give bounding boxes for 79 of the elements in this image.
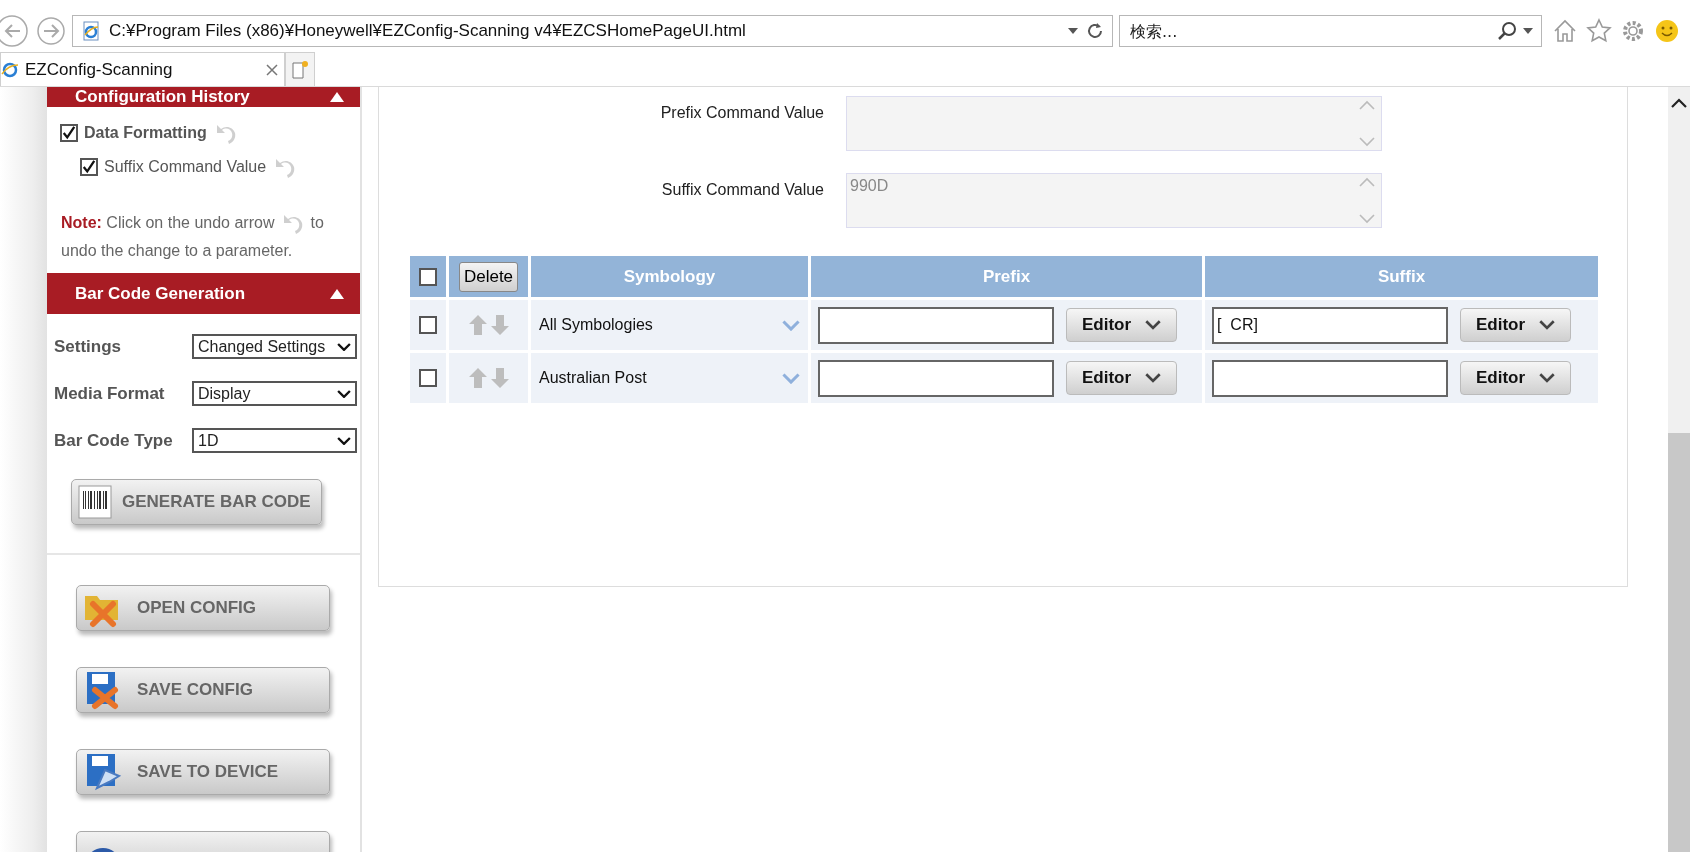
select-all-checkbox[interactable] xyxy=(419,267,437,286)
chevron-icon xyxy=(782,371,800,385)
up-arrow-icon[interactable] xyxy=(468,315,487,335)
chevron-icon xyxy=(1145,372,1162,384)
editor-button[interactable]: Editor xyxy=(1066,361,1177,395)
field-label: Media Format xyxy=(54,383,165,404)
suffix-input[interactable]: [ CR] xyxy=(1212,306,1448,344)
up-arrow-icon[interactable] xyxy=(468,368,487,388)
smiley-icon[interactable] xyxy=(1654,18,1680,44)
field-label: Prefix Command Value xyxy=(659,103,825,122)
column-header: Prefix xyxy=(811,256,1202,297)
section-header[interactable]: Bar Code Generation xyxy=(47,273,360,314)
address-bar[interactable]: C:¥Program Files (x86)¥Honeywell¥EZConfig-Scanning v4¥EZCSHomePageUI.html xyxy=(72,15,1113,47)
new-tab-button[interactable] xyxy=(285,52,315,86)
barcode-icon xyxy=(78,485,112,519)
section-title: Configuration History xyxy=(75,87,250,107)
page-icon xyxy=(1,60,19,79)
collapse-icon[interactable] xyxy=(330,288,344,299)
symbology-name: All Symbologies xyxy=(539,316,654,334)
suffix-input[interactable] xyxy=(1212,359,1448,397)
row-checkbox[interactable] xyxy=(419,369,437,387)
browser-tab[interactable]: EZConfig-Scanning xyxy=(0,52,285,86)
symbology-name: Australian Post xyxy=(539,369,648,387)
new-tab-icon xyxy=(291,59,309,80)
settings-icon[interactable] xyxy=(1620,18,1646,44)
section-title: Bar Code Generation xyxy=(75,283,246,304)
prefix-input[interactable] xyxy=(818,306,1054,344)
tab-title: EZConfig-Scanning xyxy=(25,59,174,80)
dropdown-icon[interactable] xyxy=(1068,28,1078,34)
select-field[interactable]: Display xyxy=(192,381,357,406)
scroll-thumb[interactable] xyxy=(1668,433,1690,852)
home-icon[interactable] xyxy=(1552,18,1578,44)
checkbox[interactable] xyxy=(60,124,78,142)
search-field[interactable]: 検索... xyxy=(1128,20,1491,42)
delete-button[interactable]: Delete xyxy=(458,261,519,292)
down-arrow-icon[interactable] xyxy=(490,368,509,388)
action-button[interactable]: OPEN CONFIG xyxy=(76,585,330,631)
checkbox[interactable] xyxy=(80,158,98,176)
down-arrow-icon[interactable] xyxy=(490,315,509,335)
scroll-down-icon[interactable] xyxy=(1359,214,1375,224)
note-text: undo the change to a parameter. xyxy=(61,241,294,261)
close-icon[interactable] xyxy=(266,63,278,76)
scrollbar[interactable] xyxy=(1668,87,1690,852)
address-text: C:¥Program Files (x86)¥Honeywell¥EZConfig-Scanning v4¥EZCSHomePageUI.html xyxy=(109,21,747,41)
select-field[interactable]: Changed Settings xyxy=(192,334,357,359)
star-icon[interactable] xyxy=(1586,18,1612,44)
history-item: Data Formatting xyxy=(84,124,207,142)
forward-icon[interactable] xyxy=(36,16,66,46)
search-icon[interactable] xyxy=(1497,21,1517,41)
editor-button[interactable]: Editor xyxy=(1460,361,1571,395)
command-value-field[interactable] xyxy=(846,96,1382,151)
note-text: to xyxy=(310,213,324,233)
refresh-icon[interactable] xyxy=(1086,22,1104,40)
chevron-icon xyxy=(1145,319,1162,331)
history-item: Suffix Command Value xyxy=(104,158,267,176)
editor-button[interactable]: Editor xyxy=(1460,308,1571,342)
column-header: Symbology xyxy=(531,256,808,297)
prefix-input[interactable] xyxy=(818,359,1054,397)
field-label: Suffix Command Value xyxy=(660,180,825,199)
collapse-icon[interactable] xyxy=(330,92,344,102)
select-field[interactable]: 1D xyxy=(192,428,357,453)
scroll-down-icon[interactable] xyxy=(1359,137,1375,147)
note-text: Note: Click on the undo arrow xyxy=(61,213,275,233)
row-checkbox[interactable] xyxy=(419,316,437,334)
column-header: Suffix xyxy=(1205,256,1598,297)
generate-bar-code-button[interactable]: GENERATE BAR CODE xyxy=(71,479,322,525)
field-label: Settings xyxy=(54,336,122,357)
back-icon[interactable] xyxy=(0,15,30,47)
section-header[interactable]: Configuration History xyxy=(47,87,360,107)
page-icon xyxy=(81,21,101,41)
chevron-icon xyxy=(1539,319,1556,331)
action-button[interactable]: SAVE TO DEVICE xyxy=(76,749,330,795)
chevron-icon xyxy=(1539,372,1556,384)
chevron-icon xyxy=(782,318,800,332)
dropdown-icon[interactable] xyxy=(1523,28,1533,34)
search-box[interactable]: 検索... xyxy=(1119,15,1542,47)
editor-button[interactable]: Editor xyxy=(1066,308,1177,342)
field-label: Bar Code Type xyxy=(54,430,173,451)
action-button[interactable]: SAVE CONFIG xyxy=(76,667,330,713)
